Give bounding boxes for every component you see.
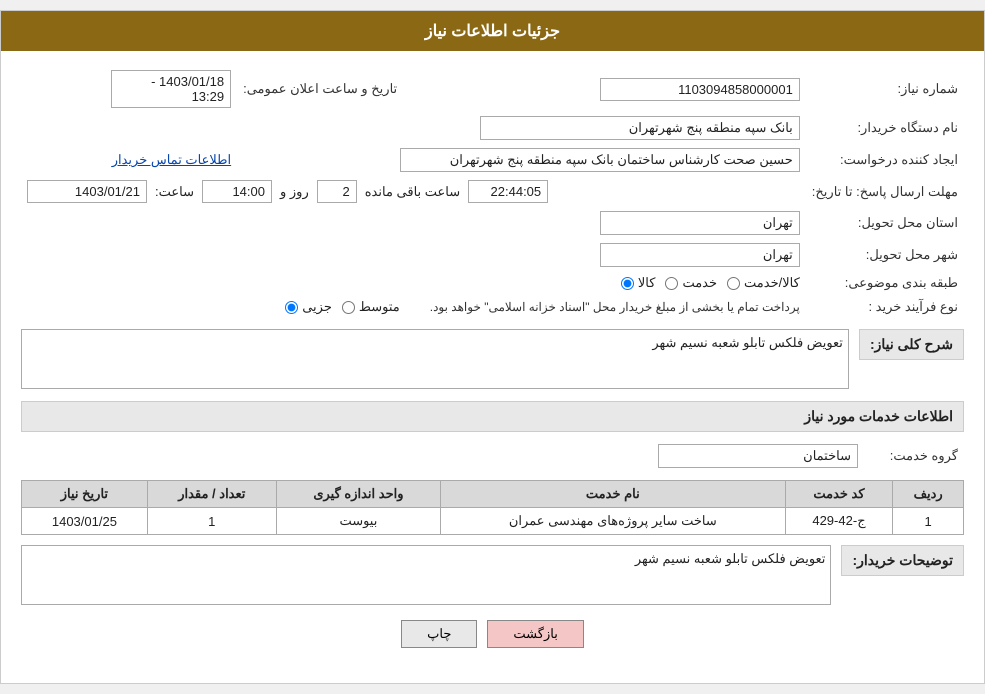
- creator-value: حسین صحت کارشناس ساختمان بانک سپه منطقه …: [237, 144, 806, 176]
- page-title: جزئیات اطلاعات نیاز: [425, 23, 560, 40]
- response-label: مهلت ارسال پاسخ: تا تاریخ:: [806, 176, 964, 207]
- need-number-label: شماره نیاز:: [806, 66, 964, 112]
- col-row-num: ردیف: [893, 481, 964, 508]
- row-service-group: گروه خدمت: ساختمان: [21, 440, 964, 472]
- buyer-desc-box-wrapper: تعویض فلکس تابلو شعبه نسیم شهر: [21, 545, 831, 605]
- description-section: شرح کلی نیاز: تعویض فلکس تابلو شعبه نسیم…: [21, 329, 964, 389]
- contact-link[interactable]: اطلاعات تماس خریدار: [112, 152, 231, 167]
- partial-label: جزیی: [302, 299, 332, 315]
- description-section-title: شرح کلی نیاز:: [859, 329, 964, 360]
- row-purchase-type: نوع فرآیند خرید : پرداخت تمام یا بخشی از…: [21, 295, 964, 319]
- radio-goods[interactable]: [621, 277, 634, 290]
- need-number-value: 1103094858000001: [403, 66, 806, 112]
- row-purchase-station: نام دستگاه خریدار: بانک سپه منطقه پنج شه…: [21, 112, 964, 144]
- table-row: 1 ج-42-429 ساخت سایر پروژه‌های مهندسی عم…: [22, 508, 964, 535]
- days-label: روز و: [280, 184, 309, 200]
- description-box-wrapper: تعویض فلکس تابلو شعبه نسیم شهر: [21, 329, 849, 389]
- date-label: تاریخ و ساعت اعلان عمومی:: [237, 66, 403, 112]
- services-section-title: اطلاعات خدمات مورد نیاز: [21, 401, 964, 432]
- row-creator: ایجاد کننده درخواست: حسین صحت کارشناس سا…: [21, 144, 964, 176]
- response-value: 22:44:05 ساعت باقی مانده 2 روز و 14:00 س…: [21, 176, 806, 207]
- footer-buttons: بازگشت چاپ: [21, 605, 964, 668]
- radio-service[interactable]: [665, 277, 678, 290]
- col-code: کد خدمت: [785, 481, 893, 508]
- radio-goods-service-item: کالا/خدمت: [727, 275, 800, 291]
- medium-label: متوسط: [359, 299, 400, 315]
- table-header-row: ردیف کد خدمت نام خدمت واحد اندازه گیری ت…: [22, 481, 964, 508]
- col-name: نام خدمت: [441, 481, 786, 508]
- category-label: طبقه بندی موضوعی:: [806, 271, 964, 295]
- service-label: خدمت: [682, 275, 717, 291]
- response-date: 1403/01/21: [27, 180, 147, 203]
- category-radios: کالا/خدمت خدمت کالا: [21, 271, 806, 295]
- date-value: 1403/01/18 - 13:29: [21, 66, 237, 112]
- radio-goods-service[interactable]: [727, 277, 740, 290]
- cell-code: ج-42-429: [785, 508, 893, 535]
- cell-unit: بیوست: [276, 508, 440, 535]
- province-value: تهران: [21, 207, 806, 239]
- page-wrapper: جزئیات اطلاعات نیاز شماره نیاز: 11030948…: [0, 10, 985, 684]
- goods-label: کالا: [638, 275, 656, 291]
- station-value: بانک سپه منطقه پنج شهرتهران: [21, 112, 806, 144]
- description-box: تعویض فلکس تابلو شعبه نسیم شهر: [21, 329, 849, 389]
- province-input: تهران: [600, 211, 800, 235]
- notice-text: پرداخت تمام یا بخشی از مبلغ خریدار محل "…: [430, 300, 800, 314]
- buyer-description-section: توضیحات خریدار: تعویض فلکس تابلو شعبه نس…: [21, 545, 964, 605]
- services-table: ردیف کد خدمت نام خدمت واحد اندازه گیری ت…: [21, 480, 964, 535]
- contact-link-cell: اطلاعات تماس خریدار: [21, 144, 237, 176]
- row-need-number: شماره نیاز: 1103094858000001 تاریخ و ساع…: [21, 66, 964, 112]
- goods-service-label: کالا/خدمت: [744, 275, 800, 291]
- service-group-input: ساختمان: [658, 444, 858, 468]
- service-group-value: ساختمان: [21, 440, 864, 472]
- col-unit: واحد اندازه گیری: [276, 481, 440, 508]
- radio-medium-item: متوسط: [342, 299, 400, 315]
- page-header: جزئیات اطلاعات نیاز: [1, 11, 984, 51]
- content-area: شماره نیاز: 1103094858000001 تاریخ و ساع…: [1, 51, 984, 683]
- cell-date: 1403/01/25: [22, 508, 148, 535]
- purchase-type-area: پرداخت تمام یا بخشی از مبلغ خریدار محل "…: [21, 295, 806, 319]
- radio-partial[interactable]: [285, 301, 298, 314]
- cell-qty: 1: [147, 508, 276, 535]
- col-qty: تعداد / مقدار: [147, 481, 276, 508]
- row-city: شهر محل تحویل: تهران: [21, 239, 964, 271]
- purchase-type-label: نوع فرآیند خرید :: [806, 295, 964, 319]
- back-button[interactable]: بازگشت: [487, 620, 583, 648]
- province-label: استان محل تحویل:: [806, 207, 964, 239]
- remaining-time: 22:44:05: [468, 180, 548, 203]
- need-number-input: 1103094858000001: [600, 78, 800, 101]
- buyer-desc-box: تعویض فلکس تابلو شعبه نسیم شهر: [21, 545, 831, 605]
- response-time: 14:00: [202, 180, 272, 203]
- radio-goods-item: کالا: [621, 275, 656, 291]
- city-label: شهر محل تحویل:: [806, 239, 964, 271]
- station-input: بانک سپه منطقه پنج شهرتهران: [480, 116, 800, 140]
- radio-medium[interactable]: [342, 301, 355, 314]
- cell-row-num: 1: [893, 508, 964, 535]
- station-label: نام دستگاه خریدار:: [806, 112, 964, 144]
- row-province: استان محل تحویل: تهران: [21, 207, 964, 239]
- service-group-label: گروه خدمت:: [864, 440, 964, 472]
- remaining-label: ساعت باقی مانده: [365, 184, 460, 200]
- creator-label: ایجاد کننده درخواست:: [806, 144, 964, 176]
- main-form: شماره نیاز: 1103094858000001 تاریخ و ساع…: [21, 66, 964, 319]
- time-label: ساعت:: [155, 184, 194, 200]
- row-category: طبقه بندی موضوعی: کالا/خدمت خدمت: [21, 271, 964, 295]
- city-input: تهران: [600, 243, 800, 267]
- city-value: تهران: [21, 239, 806, 271]
- print-button[interactable]: چاپ: [401, 620, 477, 648]
- radio-partial-item: جزیی: [285, 299, 332, 315]
- date-input: 1403/01/18 - 13:29: [111, 70, 231, 108]
- creator-input: حسین صحت کارشناس ساختمان بانک سپه منطقه …: [400, 148, 800, 172]
- radio-service-item: خدمت: [665, 275, 717, 291]
- cell-name: ساخت سایر پروژه‌های مهندسی عمران: [441, 508, 786, 535]
- services-form: گروه خدمت: ساختمان: [21, 440, 964, 472]
- response-days: 2: [317, 180, 357, 203]
- row-response-deadline: مهلت ارسال پاسخ: تا تاریخ: 22:44:05 ساعت…: [21, 176, 964, 207]
- buyer-desc-label: توضیحات خریدار:: [841, 545, 964, 576]
- col-date: تاریخ نیاز: [22, 481, 148, 508]
